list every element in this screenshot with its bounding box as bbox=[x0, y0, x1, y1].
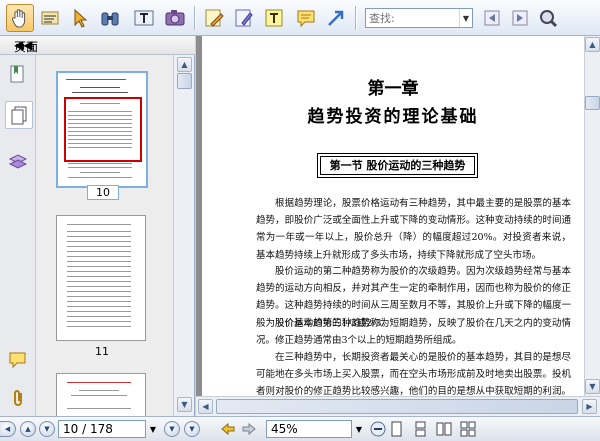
highlight-tool-button[interactable] bbox=[230, 4, 258, 32]
camera-icon bbox=[165, 10, 185, 26]
document-vertical-scrollbar[interactable]: ▲ ▼ bbox=[584, 36, 600, 396]
typewriter-tool-button[interactable] bbox=[260, 4, 288, 32]
tab-layers[interactable] bbox=[5, 149, 31, 175]
last-page-button[interactable]: ▼ bbox=[184, 421, 200, 437]
scroll-up-button[interactable]: ▲ bbox=[177, 57, 192, 72]
pencil-icon bbox=[205, 9, 224, 27]
section-title: 第一节 股价运动的三种趋势 bbox=[317, 153, 478, 178]
find-box[interactable]: ▼ bbox=[365, 8, 473, 28]
page-number-field[interactable]: 10 / 178 bbox=[58, 420, 146, 438]
comment-icon bbox=[297, 10, 315, 28]
pages-panel: 页面 ◀◀ 10 11 ▲ ▼ bbox=[0, 36, 195, 416]
zoom-field[interactable]: 45% bbox=[266, 420, 352, 438]
search-icon bbox=[540, 10, 558, 28]
find-previous-icon bbox=[484, 10, 500, 26]
binoculars-icon bbox=[101, 12, 119, 26]
scroll-down-button[interactable]: ▼ bbox=[177, 397, 192, 412]
next-page-button-2[interactable]: ▼ bbox=[164, 421, 180, 437]
scroll-thumb[interactable] bbox=[216, 399, 578, 414]
tab-bookmarks[interactable] bbox=[5, 61, 31, 87]
facing-view-icon[interactable] bbox=[436, 421, 452, 437]
zoom-out-icon[interactable] bbox=[370, 421, 386, 437]
page-thumbnail[interactable] bbox=[56, 373, 146, 416]
find-input[interactable] bbox=[366, 10, 459, 26]
thumbnail-page-number: 11 bbox=[95, 345, 109, 358]
continuous-view-icon[interactable] bbox=[412, 421, 428, 437]
chevron-down-icon[interactable]: ▼ bbox=[459, 9, 472, 27]
go-back-icon[interactable] bbox=[220, 421, 236, 437]
page-thumbnail[interactable] bbox=[56, 71, 148, 188]
snapshot-tool-button[interactable] bbox=[161, 4, 189, 32]
panel-header: 页面 ◀◀ bbox=[0, 36, 195, 55]
find-previous-button[interactable] bbox=[478, 4, 506, 32]
go-forward-icon[interactable] bbox=[241, 421, 257, 437]
select-text-tool-button[interactable] bbox=[36, 4, 64, 32]
select-text-icon bbox=[41, 11, 59, 25]
chevron-down-icon[interactable]: ▼ bbox=[146, 420, 160, 438]
arrow-tool-button[interactable] bbox=[322, 4, 350, 32]
bookmark-icon bbox=[10, 65, 24, 83]
arrow-icon bbox=[328, 10, 344, 26]
scroll-thumb[interactable] bbox=[585, 96, 600, 110]
pointer-tool-button[interactable] bbox=[66, 4, 94, 32]
next-page-button[interactable]: ▼ bbox=[39, 421, 55, 437]
view-region-box bbox=[64, 97, 142, 162]
status-bar: ◀ ▲ ▼ 10 / 178 ▼ ▼ ▼ 45% ▼ bbox=[0, 416, 600, 441]
main-toolbar: ▼ bbox=[0, 0, 600, 36]
hand-tool-button[interactable] bbox=[6, 4, 34, 32]
highlighter-icon bbox=[235, 9, 253, 27]
scroll-thumb[interactable] bbox=[177, 73, 192, 89]
typewriter-icon bbox=[265, 9, 283, 27]
chapter-number: 第一章 bbox=[367, 79, 419, 99]
paperclip-icon bbox=[14, 390, 22, 406]
thumbnail-scrollbar[interactable]: ▲ ▼ bbox=[173, 55, 194, 416]
pointer-icon bbox=[74, 8, 88, 28]
paragraph: 股价运动的第三种趋势称为短期趋势，反映了股价在几天之内的变动情况。修正趋势通常由… bbox=[256, 318, 571, 347]
pages-icon bbox=[11, 106, 27, 125]
scroll-up-button[interactable]: ▲ bbox=[585, 37, 600, 52]
collapse-panel-icon[interactable]: ◀◀ bbox=[14, 38, 190, 52]
continuous-facing-view-icon[interactable] bbox=[460, 421, 476, 437]
paragraph: 在三种趋势中，长期投资者最关心的是股价的基本趋势，其目的是想尽可能地在多头市场上… bbox=[256, 352, 571, 396]
paragraph: 根据趋势理论，股票价格运动有三种趋势，其中最主要的是股票的基本趋势，即股价广泛或… bbox=[256, 198, 571, 261]
chapter-title: 趋势投资的理论基础 bbox=[307, 107, 479, 127]
scroll-down-button[interactable]: ▼ bbox=[585, 379, 600, 394]
single-page-view-icon[interactable] bbox=[388, 421, 404, 437]
find-tool-button[interactable] bbox=[96, 4, 124, 32]
document-horizontal-scrollbar[interactable]: ◀ ▶ bbox=[196, 396, 600, 416]
find-next-icon bbox=[512, 10, 528, 26]
pencil-tool-button[interactable] bbox=[200, 4, 228, 32]
scroll-left-button[interactable]: ◀ bbox=[198, 399, 213, 414]
thumbnail-list: 10 11 bbox=[36, 55, 173, 416]
text-select-tool-button[interactable] bbox=[130, 4, 158, 32]
previous-page-button[interactable]: ▲ bbox=[20, 421, 36, 437]
thumbnail-page-number: 10 bbox=[87, 185, 119, 200]
chevron-down-icon[interactable]: ▼ bbox=[352, 420, 366, 438]
note-tool-button[interactable] bbox=[292, 4, 320, 32]
document-view[interactable]: 第一章 趋势投资的理论基础 第一节 股价运动的三种趋势 根据趋势理论，股票价格运… bbox=[196, 36, 584, 396]
layers-icon bbox=[8, 154, 28, 169]
side-tabs bbox=[0, 55, 36, 416]
search-button[interactable] bbox=[534, 4, 562, 32]
tab-comments[interactable] bbox=[5, 347, 31, 373]
find-next-button[interactable] bbox=[506, 4, 534, 32]
page-thumbnail[interactable] bbox=[56, 215, 146, 341]
hand-icon bbox=[11, 9, 26, 28]
scroll-right-button[interactable]: ▶ bbox=[582, 399, 597, 414]
comments-icon bbox=[9, 352, 26, 369]
tab-pages[interactable] bbox=[5, 101, 33, 129]
tab-attachments[interactable] bbox=[5, 385, 31, 411]
first-page-button[interactable]: ◀ bbox=[0, 421, 16, 437]
document-page: 第一章 趋势投资的理论基础 第一节 股价运动的三种趋势 根据趋势理论，股票价格运… bbox=[202, 36, 584, 396]
text-cursor-icon bbox=[134, 10, 154, 26]
